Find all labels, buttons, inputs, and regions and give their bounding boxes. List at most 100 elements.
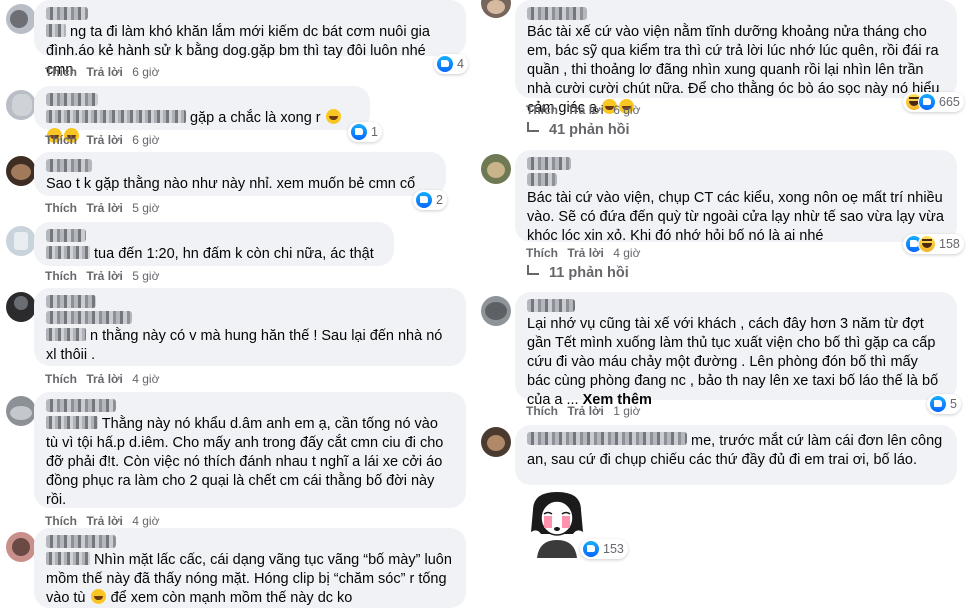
- comment-actions: Thích Trả lời 5 giờ: [45, 269, 159, 283]
- comment-actions: Thích Trả lời 6 giờ: [45, 65, 159, 79]
- comment: gặp a chắc là xong r Thích Trả lời 6 giờ…: [0, 86, 475, 147]
- comment-bubble: Lại nhớ vụ cũng tài xế với khách , cách …: [515, 292, 957, 408]
- comment-actions: Thích Trả lời 1 giờ: [526, 404, 640, 418]
- avatar[interactable]: [6, 156, 36, 186]
- like-link[interactable]: Thích: [45, 201, 77, 215]
- commenter-name[interactable]: [46, 93, 98, 106]
- avatar[interactable]: [481, 154, 511, 184]
- comment-actions: Thích Trả lời 4 giờ: [45, 372, 159, 386]
- comment-text: Bác tài cứ vào viện, chụp CT các kiểu, x…: [527, 190, 944, 244]
- reply-link[interactable]: Trả lời: [86, 65, 123, 79]
- commenter-name[interactable]: [527, 432, 687, 445]
- comment-actions: Thích Trả lời 5 giờ: [45, 201, 159, 215]
- view-replies-link[interactable]: 11 phản hồi: [527, 265, 629, 281]
- reaction-count[interactable]: 5: [927, 394, 961, 414]
- reply-link[interactable]: Trả lời: [86, 372, 123, 386]
- reaction-count[interactable]: 153: [580, 539, 628, 559]
- like-link[interactable]: Thích: [45, 514, 77, 528]
- laughing-emoji-icon: [325, 109, 341, 124]
- timestamp[interactable]: 6 giờ: [132, 133, 159, 147]
- commenter-name[interactable]: [46, 7, 88, 20]
- comment: Bác tài xế cứ vào viện nằm tĩnh dưỡng kh…: [475, 0, 966, 142]
- blurred-tag: [46, 24, 66, 37]
- avatar[interactable]: [481, 427, 511, 457]
- commenter-name[interactable]: [46, 295, 96, 308]
- reply-link[interactable]: Trả lời: [86, 201, 123, 215]
- avatar[interactable]: [6, 90, 36, 120]
- like-link[interactable]: Thích: [45, 372, 77, 386]
- reaction-count[interactable]: 665: [903, 92, 964, 112]
- commenter-name[interactable]: [527, 157, 571, 170]
- haha-reaction-icon: [918, 235, 936, 253]
- avatar[interactable]: [6, 292, 36, 322]
- commenter-name[interactable]: [527, 7, 587, 20]
- reply-link[interactable]: Trả lời: [567, 246, 604, 260]
- reaction-count[interactable]: 1: [348, 122, 382, 142]
- like-link[interactable]: Thích: [45, 133, 77, 147]
- reply-link[interactable]: Trả lời: [86, 133, 123, 147]
- reply-link[interactable]: Trả lời: [86, 514, 123, 528]
- commenter-name-line2: [527, 173, 557, 186]
- timestamp[interactable]: 5 giờ: [132, 201, 159, 215]
- commenter-name[interactable]: [46, 159, 92, 172]
- timestamp[interactable]: 4 giờ: [613, 246, 640, 260]
- comment-text: Thằng này nó khẩu d.âm anh em ạ, cần tốn…: [46, 416, 444, 508]
- laughing-emoji-icon: [90, 589, 106, 604]
- comment-text: gặp a chắc là xong r: [190, 110, 321, 126]
- avatar[interactable]: [481, 296, 511, 326]
- reaction-count[interactable]: 4: [434, 54, 468, 74]
- avatar[interactable]: [6, 396, 36, 426]
- blurred-tag: [46, 416, 98, 429]
- comment: tua đến 1:20, hn đấm k còn chi nữa, ác t…: [0, 222, 475, 284]
- view-replies-link[interactable]: 41 phản hồi: [527, 122, 630, 138]
- blurred-tag: [46, 552, 90, 565]
- comment: Sao t k gặp thằng nào như này nhỉ. xem m…: [0, 152, 475, 215]
- timestamp[interactable]: 6 giờ: [613, 103, 640, 117]
- comment-bubble: Thằng này nó khẩu d.âm anh em ạ, cần tốn…: [34, 392, 466, 508]
- comment-bubble: n thằng này có v mà hung hăn thế ! Sau l…: [34, 288, 466, 366]
- timestamp[interactable]: 4 giờ: [132, 514, 159, 528]
- like-link[interactable]: Thích: [45, 269, 77, 283]
- comment: Nhìn mặt lấc cấc, cái dạng vãng tục vãng…: [0, 528, 475, 608]
- comment-actions: Thích Trả lời 6 giờ: [45, 133, 159, 147]
- reaction-count[interactable]: 158: [903, 234, 964, 254]
- timestamp[interactable]: 1 giờ: [613, 404, 640, 418]
- right-comment-column: Bác tài xế cứ vào viện nằm tĩnh dưỡng kh…: [475, 0, 966, 605]
- reply-link[interactable]: Trả lời: [567, 103, 604, 117]
- commenter-name[interactable]: [46, 535, 116, 548]
- comment-bubble: Bác tài xế cứ vào viện nằm tĩnh dưỡng kh…: [515, 0, 957, 116]
- blurred-tag: [46, 328, 86, 341]
- reply-link[interactable]: Trả lời: [86, 269, 123, 283]
- commenter-name[interactable]: [46, 229, 86, 242]
- comment-actions: Thích Trả lời 6 giờ: [526, 103, 640, 117]
- like-link[interactable]: Thích: [526, 103, 558, 117]
- blurred-tag: [46, 246, 90, 259]
- timestamp[interactable]: 4 giờ: [132, 372, 159, 386]
- avatar[interactable]: [481, 0, 511, 18]
- like-reaction-icon: [918, 93, 936, 111]
- comment-bubble: Bác tài cứ vào viện, chụp CT các kiểu, x…: [515, 150, 957, 244]
- comment-bubble: ng ta đi làm khó khăn lắm mới kiếm dc bá…: [34, 0, 466, 78]
- reaction-count[interactable]: 2: [413, 190, 447, 210]
- timestamp[interactable]: 6 giờ: [132, 65, 159, 79]
- reply-link[interactable]: Trả lời: [567, 404, 604, 418]
- comment: me, trước mắt cứ làm cái đơn lên công an…: [475, 425, 966, 605]
- comment: ng ta đi làm khó khăn lắm mới kiếm dc bá…: [0, 0, 475, 80]
- comment: n thằng này có v mà hung hăn thế ! Sau l…: [0, 288, 475, 386]
- avatar[interactable]: [6, 532, 36, 562]
- reply-arrow-icon: [527, 265, 539, 275]
- avatar[interactable]: [6, 226, 36, 256]
- comment-bubble: gặp a chắc là xong r: [34, 86, 370, 143]
- comment-actions: Thích Trả lời 4 giờ: [45, 514, 159, 528]
- comment-text-end: để xem còn mạnh mồm thế này dc ko: [110, 590, 353, 606]
- timestamp[interactable]: 5 giờ: [132, 269, 159, 283]
- like-link[interactable]: Thích: [526, 404, 558, 418]
- left-comment-column: ng ta đi làm khó khăn lắm mới kiếm dc bá…: [0, 0, 475, 608]
- like-link[interactable]: Thích: [45, 65, 77, 79]
- commenter-name-line2: [46, 311, 132, 324]
- avatar[interactable]: [6, 4, 36, 34]
- like-link[interactable]: Thích: [526, 246, 558, 260]
- commenter-name[interactable]: [527, 299, 575, 312]
- commenter-name[interactable]: [46, 399, 116, 412]
- reply-arrow-icon: [527, 122, 539, 132]
